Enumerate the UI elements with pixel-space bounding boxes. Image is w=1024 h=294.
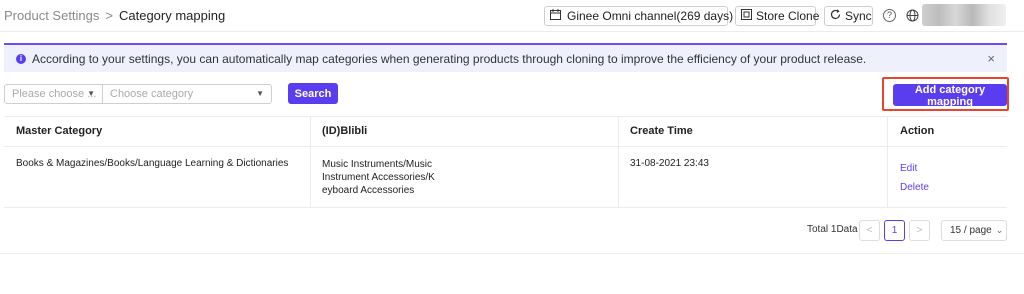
sync-icon	[830, 9, 841, 23]
edit-link[interactable]: Edit	[900, 163, 917, 174]
breadcrumb-product-settings[interactable]: Product Settings	[4, 8, 99, 23]
chevron-down-icon: ⌄	[995, 225, 1004, 235]
search-button[interactable]: Search	[288, 83, 338, 104]
table-header: Master Category (ID)Blibli Create Time A…	[4, 116, 1007, 147]
master-category-cell: Books & Magazines/Books/Language Learnin…	[16, 158, 289, 169]
calendar-icon	[550, 9, 561, 23]
page-button-current[interactable]: 1	[884, 220, 905, 241]
store-clone-button[interactable]: Store Clone	[735, 6, 820, 26]
clone-icon	[741, 9, 752, 23]
store-clone-label: Store Clone	[756, 9, 820, 23]
sync-button[interactable]: Sync	[824, 6, 873, 26]
pagination-total: Total 1Data	[807, 224, 858, 235]
category-select-placeholder: Choose category	[110, 88, 194, 100]
marketplace-select-placeholder: Please choose ...	[12, 88, 97, 100]
top-header: Product Settings > Category mapping Ginee …	[0, 0, 1024, 32]
page-size-select[interactable]: 15 / page ⌄	[941, 220, 1007, 241]
caret-down-icon: ▼	[256, 89, 264, 98]
caret-down-icon: ▼	[87, 89, 95, 98]
blibli-category-line: Music Instruments/Music	[322, 159, 433, 170]
prev-page-button[interactable]: <	[859, 220, 880, 241]
breadcrumb-category-mapping: Category mapping	[118, 8, 226, 23]
breadcrumb-separator: >	[105, 8, 113, 23]
column-header-blibli: (ID)Blibli	[322, 125, 368, 137]
next-page-button[interactable]: >	[909, 220, 930, 241]
sync-label: Sync	[845, 9, 872, 23]
blibli-category-line: eyboard Accessories	[322, 185, 415, 196]
avatar[interactable]	[922, 4, 1006, 26]
marketplace-select[interactable]: Please choose ... ▼	[4, 84, 103, 104]
category-select[interactable]: Choose category ▼	[102, 84, 272, 104]
add-category-mapping-button[interactable]: Add category mapping	[893, 84, 1007, 108]
table-row: Books & Magazines/Books/Language Learnin…	[4, 147, 1007, 208]
notice-text: According to your settings, you can auto…	[32, 51, 867, 66]
info-icon: i	[16, 53, 26, 64]
page-size-label: 15 / page	[950, 225, 992, 236]
blibli-category-cell: Music Instruments/Music Instrument Acces…	[322, 158, 435, 197]
column-header-create-time: Create Time	[630, 125, 693, 137]
column-header-action: Action	[900, 125, 935, 137]
blibli-category-line: Instrument Accessories/K	[322, 172, 435, 183]
close-icon[interactable]: ×	[987, 51, 995, 66]
delete-link[interactable]: Delete	[900, 182, 929, 193]
breadcrumb: Product Settings > Category mapping	[4, 8, 225, 23]
column-header-master-category: Master Category	[16, 125, 103, 137]
channel-selector[interactable]: Ginee Omni channel(269 days) ⌄	[544, 6, 747, 26]
channel-label: Ginee Omni channel(269 days)	[567, 9, 734, 23]
info-notice: i According to your settings, you can au…	[4, 43, 1007, 72]
divider	[0, 253, 1024, 254]
create-time-cell: 31-08-2021 23:43	[630, 158, 709, 169]
help-icon[interactable]: ?	[883, 9, 896, 22]
globe-icon[interactable]	[906, 9, 919, 22]
